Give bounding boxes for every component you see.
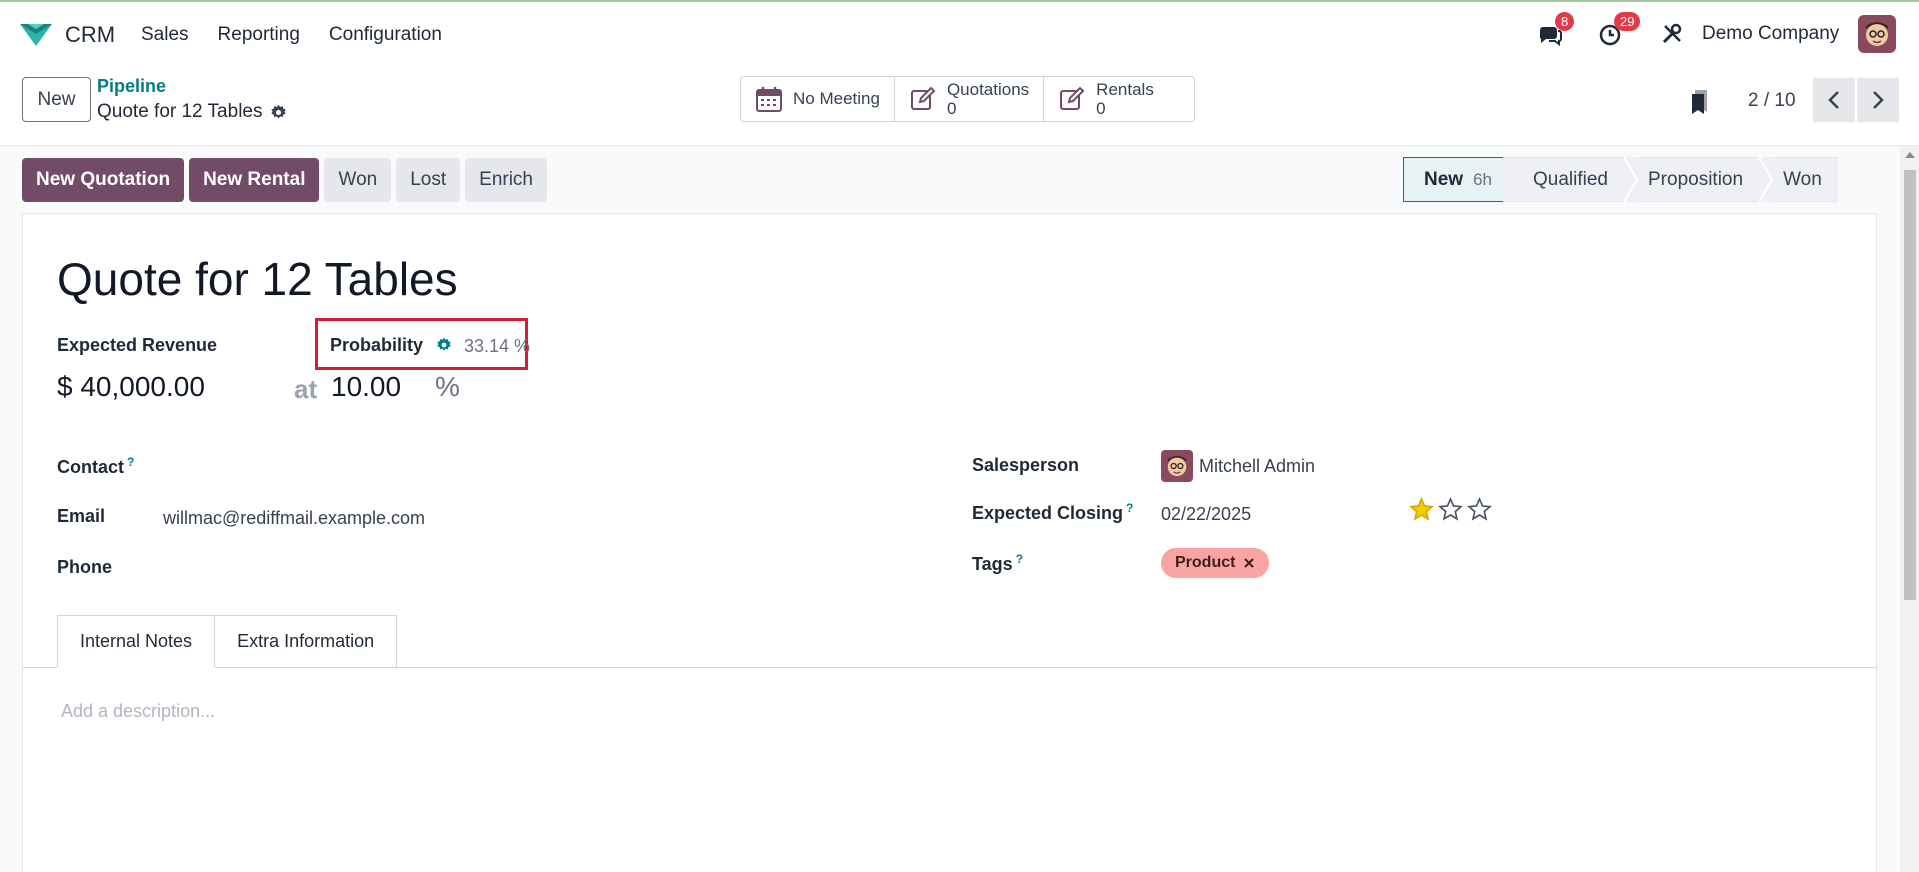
rentals-smart-button[interactable]: Rentals 0 <box>1044 77 1194 121</box>
salesperson-label: Salesperson <box>972 455 1080 475</box>
help-icon[interactable]: ? <box>1016 552 1023 566</box>
help-icon[interactable]: ? <box>1126 501 1133 515</box>
stage-new-label: New <box>1424 168 1464 190</box>
form-sheet: Quote for 12 Tables Expected Revenue Pro… <box>22 213 1878 872</box>
contact-label-text: Contact <box>57 457 124 477</box>
pager-next-button[interactable] <box>1857 78 1899 122</box>
at-label: at <box>294 374 318 404</box>
contact-label: Contact? <box>57 455 134 478</box>
calendar-icon <box>756 87 782 112</box>
gear-icon[interactable] <box>436 337 452 353</box>
tag-label: Product <box>1175 554 1236 571</box>
meeting-smart-button[interactable]: No Meeting <box>741 77 895 121</box>
gear-icon[interactable] <box>270 104 287 121</box>
expected-closing-label: Expected Closing? <box>972 501 1133 524</box>
activities-button[interactable]: 29 <box>1598 12 1641 53</box>
email-label: Email <box>57 506 106 526</box>
enrich-button[interactable]: Enrich <box>465 158 547 202</box>
main-navbar: CRM Sales Reporting Configuration 8 29 D… <box>0 2 1919 66</box>
probability-label: Probability <box>330 335 424 355</box>
percent-sign: % <box>435 371 460 402</box>
pager-value[interactable]: 2 / 10 <box>1748 90 1796 112</box>
menu-sales[interactable]: Sales <box>141 24 189 46</box>
chevron-left-icon <box>1828 91 1839 109</box>
stage-proposition-label: Proposition <box>1648 168 1744 190</box>
control-panel: New Pipeline Quote for 12 Tables No Meet… <box>0 66 1919 146</box>
lead-title[interactable]: Quote for 12 Tables <box>57 252 458 306</box>
messages-badge: 8 <box>1555 12 1575 31</box>
edit-icon <box>1060 86 1085 110</box>
top-menu: Sales Reporting Configuration <box>141 24 442 46</box>
menu-reporting[interactable]: Reporting <box>218 24 300 46</box>
stage-won[interactable]: Won <box>1773 157 1838 202</box>
email-field[interactable]: willmac@rediffmail.example.com <box>163 508 425 529</box>
phone-label: Phone <box>57 557 113 577</box>
salesperson-field[interactable]: Mitchell Admin <box>1199 456 1315 477</box>
stage-proposition[interactable]: Proposition <box>1638 157 1760 202</box>
company-name[interactable]: Demo Company <box>1702 23 1839 45</box>
menu-configuration[interactable]: Configuration <box>329 24 442 46</box>
expected-closing-label-text: Expected Closing <box>972 503 1124 523</box>
stage-new[interactable]: New 6h <box>1403 157 1504 202</box>
expected-closing-field[interactable]: 02/22/2025 <box>1161 504 1251 525</box>
pager-previous-button[interactable] <box>1813 78 1855 122</box>
stage-qualified[interactable]: Qualified <box>1503 157 1624 202</box>
expected-revenue-label: Expected Revenue <box>57 335 218 355</box>
automated-probability: 33.14 % <box>464 336 531 356</box>
rentals-count: 0 <box>1096 99 1106 118</box>
tags-label: Tags? <box>972 552 1023 575</box>
smart-buttons: No Meeting Quotations 0 Rentals 0 <box>740 76 1195 122</box>
breadcrumb-pipeline[interactable]: Pipeline <box>97 76 166 97</box>
tools-icon[interactable] <box>1661 23 1683 45</box>
star-empty-icon[interactable] <box>1438 497 1463 522</box>
scrollbar-thumb[interactable] <box>1904 170 1916 600</box>
action-bar: New Quotation New Rental Won Lost Enrich <box>22 158 547 202</box>
user-avatar[interactable] <box>1858 15 1896 53</box>
description-input[interactable]: Add a description... <box>61 701 215 722</box>
scroll-up-icon[interactable] <box>1905 152 1915 158</box>
won-button[interactable]: Won <box>324 158 392 202</box>
stage-new-duration: 6h <box>1473 169 1492 189</box>
new-rental-button[interactable]: New Rental <box>189 158 320 202</box>
close-icon[interactable] <box>1243 557 1255 569</box>
quotations-label: Quotations <box>946 80 1030 99</box>
crm-logo-icon[interactable] <box>18 20 54 48</box>
tab-extra-information[interactable]: Extra Information <box>215 615 398 668</box>
tab-internal-notes[interactable]: Internal Notes <box>57 615 216 668</box>
chevron-right-icon <box>1873 91 1884 109</box>
breadcrumb-current-label: Quote for 12 Tables <box>97 101 263 122</box>
quotations-smart-button[interactable]: Quotations 0 <box>895 77 1045 121</box>
tag-badge[interactable]: Product <box>1161 548 1270 578</box>
star-filled-icon[interactable] <box>1409 497 1434 522</box>
new-record-button[interactable]: New <box>22 77 91 122</box>
activities-badge: 29 <box>1614 12 1641 31</box>
expected-revenue-input[interactable]: $ 40,000.00 <box>57 371 205 403</box>
meeting-label: No Meeting <box>793 89 880 108</box>
notebook-tabs: Internal Notes Extra Information <box>57 615 398 668</box>
help-icon[interactable]: ? <box>127 455 134 469</box>
stage-qualified-label: Qualified <box>1533 168 1608 190</box>
probability-input[interactable]: 10.00 <box>331 371 401 403</box>
stage-statusbar: New 6h Qualified Proposition Won <box>1403 157 1838 202</box>
tags-label-text: Tags <box>972 554 1013 574</box>
rentals-label: Rentals <box>1096 80 1154 99</box>
new-quotation-button[interactable]: New Quotation <box>22 158 185 202</box>
breadcrumb-current: Quote for 12 Tables <box>97 101 287 123</box>
app-name[interactable]: CRM <box>65 22 115 48</box>
quotations-count: 0 <box>946 99 957 118</box>
priority-stars <box>1409 497 1492 522</box>
stage-separator <box>1759 157 1774 202</box>
stage-won-label: Won <box>1783 168 1822 190</box>
lost-button[interactable]: Lost <box>396 158 461 202</box>
stage-separator <box>1624 157 1638 202</box>
edit-icon <box>910 86 936 110</box>
salesperson-avatar <box>1161 450 1193 482</box>
star-empty-icon[interactable] <box>1467 497 1492 522</box>
messages-button[interactable]: 8 <box>1537 12 1575 53</box>
bookmark-icon[interactable] <box>1689 88 1711 116</box>
